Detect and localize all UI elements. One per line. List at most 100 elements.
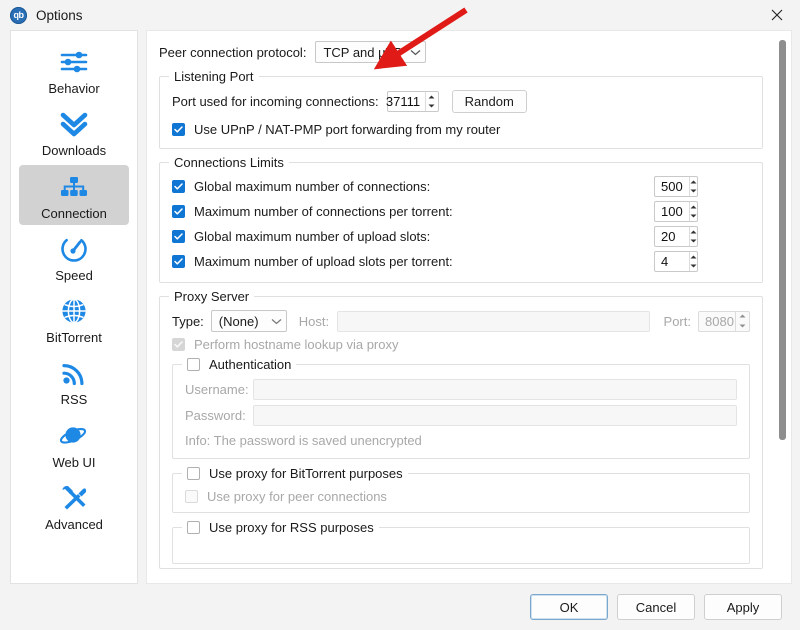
sidebar-item-label: Speed (55, 267, 93, 283)
max-upload-slots-per-torrent-spinner[interactable]: 4 (654, 251, 698, 272)
spinner-buttons[interactable] (735, 311, 749, 331)
proxy-type-dropdown[interactable]: (None) (210, 310, 287, 332)
proxy-type-value: (None) (218, 313, 259, 329)
limit-row[interactable]: Maximum number of connections per torren… (172, 201, 750, 222)
peer-protocol-label: Peer connection protocol: (159, 44, 307, 60)
random-port-button[interactable]: Random (451, 90, 527, 113)
spinner-down-icon[interactable] (690, 262, 697, 272)
authentication-title[interactable]: Authentication (182, 357, 297, 372)
spinner-down-icon[interactable] (426, 102, 438, 112)
spinner-down-icon[interactable] (690, 237, 697, 247)
hostname-lookup-row[interactable]: Perform hostname lookup via proxy (172, 337, 750, 352)
spinner-buttons[interactable] (689, 202, 697, 221)
settings-sidebar: Behavior Downloads Connection Speed BitT… (10, 30, 138, 584)
sidebar-item-webui[interactable]: Web UI (19, 414, 129, 474)
sidebar-item-connection[interactable]: Connection (19, 164, 129, 225)
use-proxy-bittorrent-checkbox[interactable] (187, 467, 200, 480)
spinner-buttons[interactable] (689, 252, 697, 271)
spinner-up-icon[interactable] (736, 312, 749, 322)
proxy-port-label: Port: (663, 313, 691, 329)
authentication-checkbox[interactable] (187, 358, 200, 371)
global-max-upload-slots-checkbox[interactable] (172, 230, 185, 243)
limit-row[interactable]: Maximum number of upload slots per torre… (172, 251, 750, 272)
max-upload-slots-per-torrent-label: Maximum number of upload slots per torre… (194, 254, 453, 269)
cancel-button[interactable]: Cancel (617, 594, 695, 620)
sidebar-item-speed[interactable]: Speed (19, 227, 129, 287)
spinner-up-icon[interactable] (690, 227, 697, 237)
proxy-port-value: 8080 (705, 313, 734, 329)
dialog-footer: OK Cancel Apply (0, 584, 800, 630)
limit-row[interactable]: Global maximum number of connections: 50… (172, 176, 750, 197)
spinner-up-icon[interactable] (690, 202, 697, 212)
max-connections-per-torrent-value: 100 (661, 204, 683, 219)
max-connections-per-torrent-label: Maximum number of connections per torren… (194, 204, 453, 219)
authentication-group: Authentication Username: Password: Info:… (172, 357, 750, 459)
global-max-upload-slots-spinner[interactable]: 20 (654, 226, 698, 247)
use-proxy-rss-title[interactable]: Use proxy for RSS purposes (182, 520, 379, 535)
max-upload-slots-per-torrent-checkbox[interactable] (172, 255, 185, 268)
spinner-up-icon[interactable] (690, 252, 697, 262)
sidebar-item-rss[interactable]: RSS (19, 351, 129, 411)
max-connections-per-torrent-spinner[interactable]: 100 (654, 201, 698, 222)
upnp-label: Use UPnP / NAT-PMP port forwarding from … (194, 122, 501, 137)
password-input[interactable] (253, 405, 737, 426)
proxy-type-row: Type: (None) Host: Port: 8080 (172, 310, 750, 332)
username-row: Username: (185, 379, 737, 400)
upnp-checkbox[interactable] (172, 123, 185, 136)
globe-icon (52, 294, 96, 328)
authentication-label: Authentication (209, 357, 292, 372)
sidebar-item-label: BitTorrent (46, 330, 102, 346)
spinner-up-icon[interactable] (426, 92, 438, 102)
use-proxy-bittorrent-title[interactable]: Use proxy for BitTorrent purposes (182, 466, 408, 481)
settings-pane: Peer connection protocol: TCP and µTP Li… (138, 30, 792, 584)
scrollbar-thumb[interactable] (779, 40, 786, 440)
spinner-buttons[interactable] (425, 92, 438, 111)
username-label: Username: (185, 382, 249, 397)
close-icon[interactable] (754, 0, 800, 30)
use-proxy-peer-row[interactable]: Use proxy for peer connections (185, 489, 737, 504)
apply-button[interactable]: Apply (704, 594, 782, 620)
proxy-server-group: Proxy Server Type: (None) Host: Port: 80… (159, 289, 763, 569)
username-input[interactable] (253, 379, 737, 400)
upnp-row[interactable]: Use UPnP / NAT-PMP port forwarding from … (172, 122, 750, 137)
spinner-buttons[interactable] (689, 227, 697, 246)
use-proxy-rss-checkbox[interactable] (187, 521, 200, 534)
global-max-connections-label: Global maximum number of connections: (194, 179, 431, 194)
use-proxy-peer-checkbox[interactable] (185, 490, 198, 503)
spinner-down-icon[interactable] (690, 212, 697, 222)
speedometer-icon (52, 232, 96, 266)
hostname-lookup-checkbox[interactable] (172, 338, 185, 351)
max-upload-slots-per-torrent-value: 4 (661, 254, 669, 269)
hostname-lookup-label: Perform hostname lookup via proxy (194, 337, 399, 352)
proxy-port-spinner[interactable]: 8080 (698, 310, 750, 332)
connections-limits-group: Connections Limits Global maximum number… (159, 155, 763, 283)
sidebar-item-behavior[interactable]: Behavior (19, 40, 129, 100)
planet-icon (52, 419, 96, 453)
ok-button[interactable]: OK (530, 594, 608, 620)
use-proxy-peer-label: Use proxy for peer connections (207, 489, 387, 504)
sidebar-item-downloads[interactable]: Downloads (19, 102, 129, 162)
network-tree-icon (52, 170, 96, 204)
global-max-connections-checkbox[interactable] (172, 180, 185, 193)
proxy-host-input[interactable] (337, 310, 650, 332)
proxy-type-label: Type: (172, 313, 204, 329)
use-proxy-bittorrent-label: Use proxy for BitTorrent purposes (209, 466, 403, 481)
spinner-down-icon[interactable] (736, 321, 749, 331)
max-connections-per-torrent-checkbox[interactable] (172, 205, 185, 218)
qbittorrent-logo-icon: qb (10, 6, 27, 24)
sidebar-item-advanced[interactable]: Advanced (19, 476, 129, 536)
connections-limits-title: Connections Limits (169, 155, 289, 170)
spinner-buttons[interactable] (689, 177, 697, 196)
listening-port-title: Listening Port (169, 69, 259, 84)
spinner-down-icon[interactable] (690, 187, 697, 197)
incoming-port-row: Port used for incoming connections: 3711… (172, 90, 750, 113)
chevron-down-icon (271, 318, 282, 325)
tools-icon (52, 481, 96, 515)
peer-protocol-dropdown[interactable]: TCP and µTP (315, 41, 427, 63)
spinner-up-icon[interactable] (690, 177, 697, 187)
incoming-port-spinner[interactable]: 37111 (386, 91, 439, 112)
vertical-scrollbar[interactable] (775, 32, 790, 582)
sidebar-item-bittorrent[interactable]: BitTorrent (19, 289, 129, 349)
global-max-connections-spinner[interactable]: 500 (654, 176, 698, 197)
limit-row[interactable]: Global maximum number of upload slots: 2… (172, 226, 750, 247)
